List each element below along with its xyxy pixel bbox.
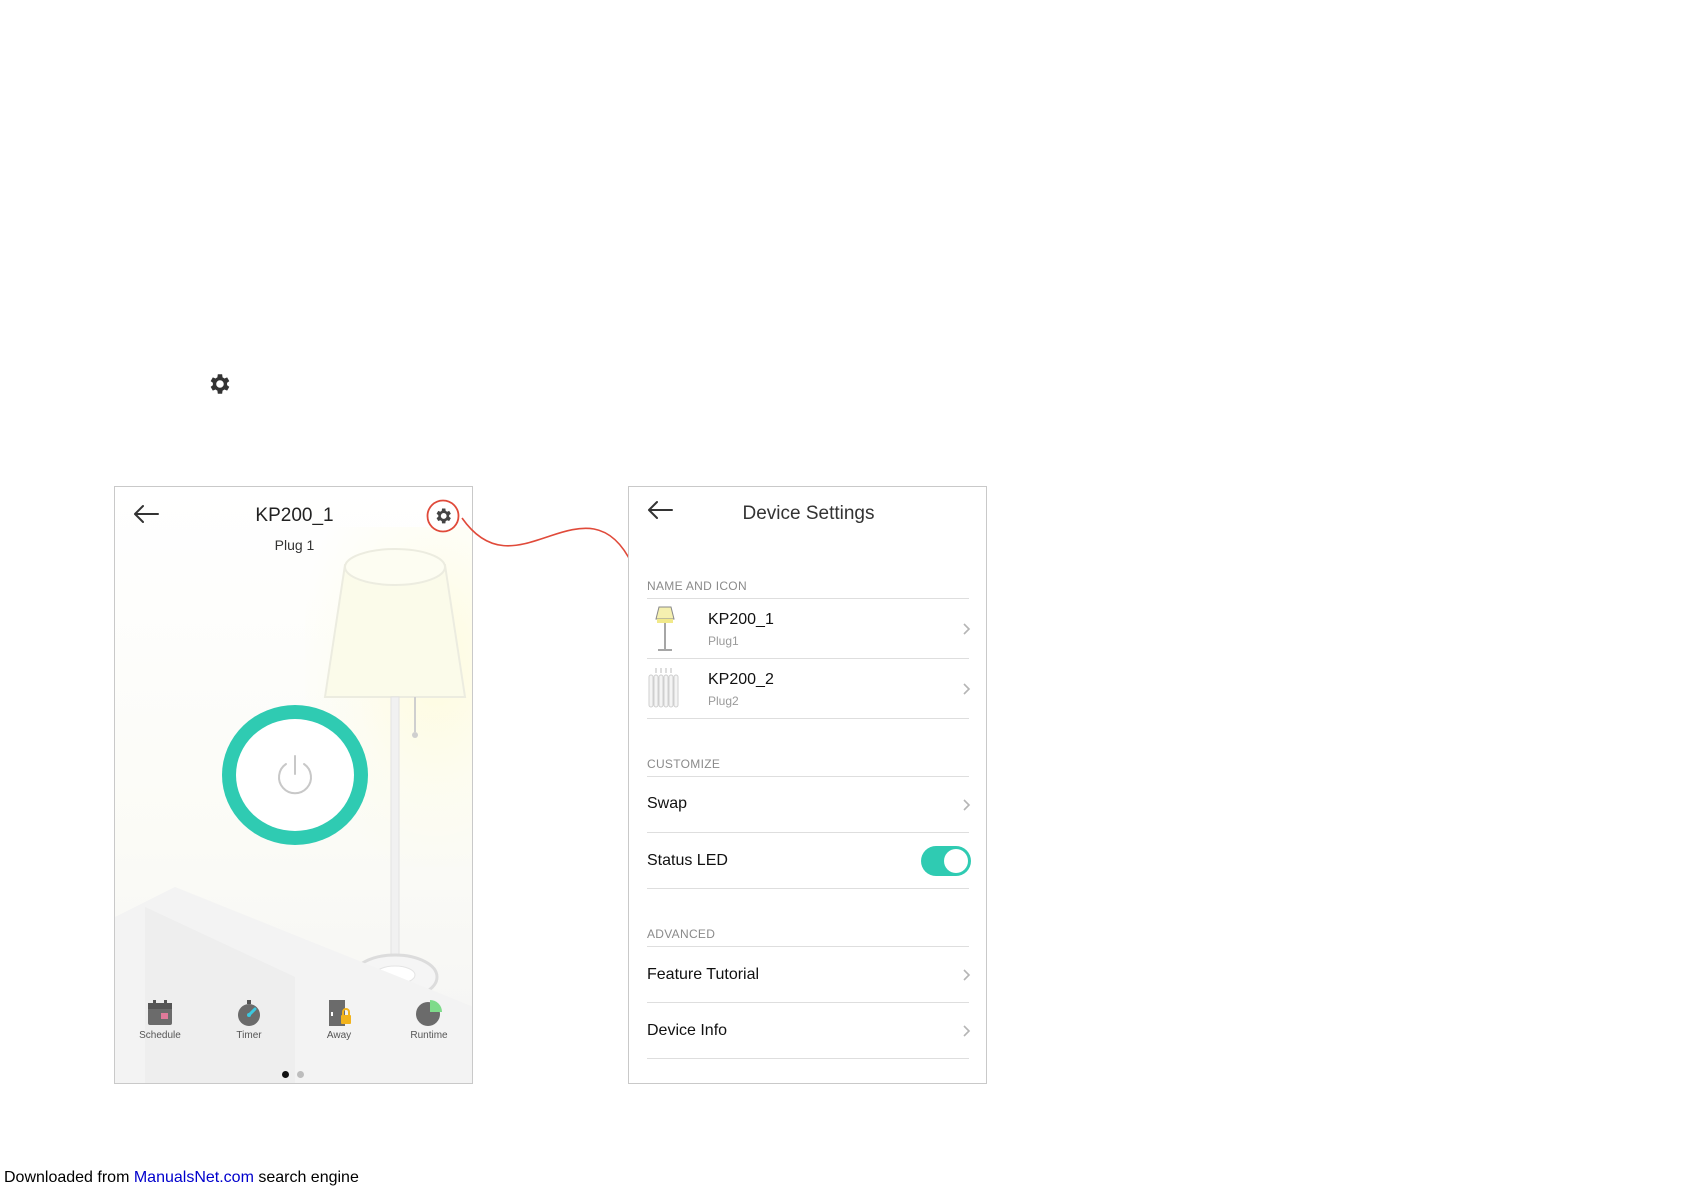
manualsnet-link[interactable]: ManualsNet.com [134, 1169, 254, 1186]
device-name: KP200_1 [708, 611, 774, 628]
status-led-row: Status LED [647, 833, 971, 889]
settings-gear-icon[interactable] [426, 499, 460, 533]
runtime-pie-icon [416, 1000, 442, 1026]
away-lock-icon [329, 1000, 351, 1026]
feature-tutorial-label: Feature Tutorial [647, 966, 760, 983]
download-footer: Downloaded from ManualsNet.com search en… [4, 1169, 359, 1187]
page-indicator [282, 1065, 312, 1083]
chevron-right-icon [963, 1025, 971, 1037]
chevron-right-icon [963, 799, 971, 811]
power-button-face [236, 719, 354, 831]
section-heading-name-and-icon: NAME AND ICON [647, 579, 747, 593]
feature-schedule[interactable]: Schedule [125, 999, 195, 1041]
device-row-kp200-2[interactable]: KP200_2 Plug2 [647, 659, 971, 719]
device-name: KP200_2 [708, 671, 774, 688]
device-sub-label: Plug2 [708, 694, 739, 708]
chevron-right-icon [963, 623, 971, 635]
page-title: Device Settings [742, 503, 875, 524]
section-heading-advanced: ADVANCED [647, 927, 716, 941]
device-settings-screen: Device Settings NAME AND ICON KP200_1 Pl… [628, 486, 987, 1084]
status-led-label: Status LED [647, 852, 728, 869]
toggle-knob [944, 849, 968, 873]
calendar-icon [148, 1000, 172, 1025]
feature-label: Timer [236, 1030, 262, 1041]
page-dot[interactable] [297, 1071, 304, 1078]
footer-suffix: search engine [253, 1169, 359, 1186]
chevron-right-icon [963, 969, 971, 981]
gear-icon [210, 374, 230, 394]
page-dot-active[interactable] [282, 1071, 289, 1078]
feature-tutorial-row[interactable]: Feature Tutorial [647, 947, 971, 1003]
device-title: KP200_1 [255, 505, 334, 526]
section-heading-customize: CUSTOMIZE [647, 757, 721, 771]
power-button[interactable] [222, 705, 368, 845]
furniture-background [115, 887, 472, 1083]
radiator-icon [648, 668, 679, 708]
device-info-row[interactable]: Device Info [647, 1003, 971, 1059]
feature-runtime[interactable]: Runtime [394, 999, 464, 1041]
plug-control-screen: KP200_1 Plug 1 Schedule Timer Away Runti… [114, 486, 473, 1084]
power-icon [278, 755, 312, 795]
swap-label: Swap [647, 795, 688, 812]
feature-away[interactable]: Away [304, 999, 374, 1041]
chevron-right-icon [963, 683, 971, 695]
status-led-toggle[interactable] [921, 846, 971, 876]
swap-row[interactable]: Swap [647, 777, 971, 833]
stopwatch-icon [238, 1000, 260, 1026]
device-row-kp200-1[interactable]: KP200_1 Plug1 [647, 599, 971, 659]
feature-label: Runtime [410, 1030, 448, 1041]
feature-label: Schedule [139, 1030, 181, 1041]
floor-lamp-icon [655, 606, 675, 651]
feature-label: Away [326, 1030, 352, 1041]
device-info-label: Device Info [647, 1022, 728, 1039]
device-subtitle: Plug 1 [274, 537, 315, 553]
footer-prefix: Downloaded from [4, 1169, 134, 1186]
feature-timer[interactable]: Timer [214, 999, 284, 1041]
device-sub-label: Plug1 [708, 634, 739, 648]
callout-connector-line [461, 517, 633, 565]
